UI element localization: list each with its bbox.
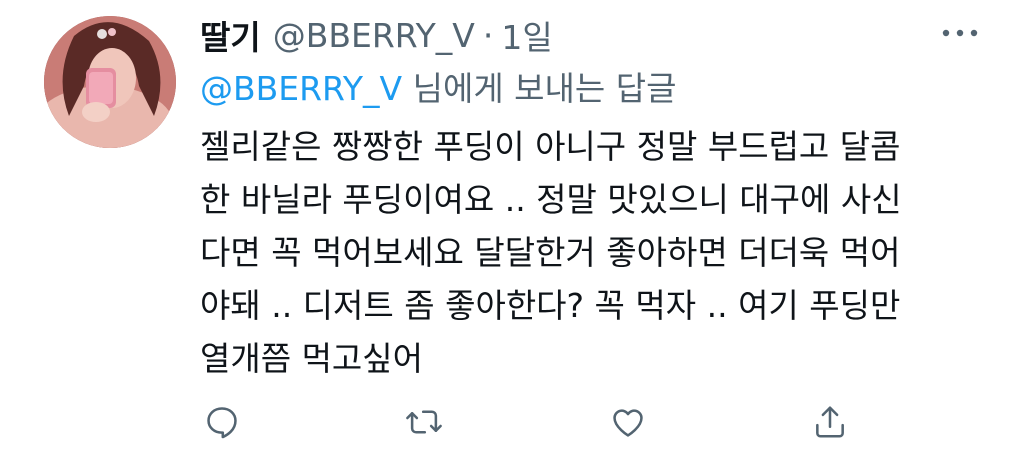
heart-icon bbox=[613, 409, 643, 437]
tweet-text-line: 야돼 .. 디저트 좀 좋아한다? 꼭 먹자 .. 여기 푸딩만 bbox=[200, 286, 901, 325]
avatar[interactable] bbox=[44, 16, 176, 148]
tweet-text: 젤리같은 짱짱한 푸딩이 아니구 정말 부드럽고 달콤 한 바닐라 푸딩이여요 … bbox=[200, 120, 1000, 385]
timestamp[interactable]: 1일 bbox=[501, 11, 552, 59]
share-button[interactable] bbox=[806, 398, 854, 446]
tweet-header: 딸기 @BBERRY_V · 1일 bbox=[200, 12, 553, 58]
share-icon bbox=[816, 406, 844, 438]
separator-dot: · bbox=[482, 15, 494, 55]
reply-mention-link[interactable]: @BBERRY_V bbox=[200, 69, 402, 108]
tweet-text-line: 젤리같은 짱짱한 푸딩이 아니구 정말 부드럽고 달콤 bbox=[200, 127, 901, 166]
tweet-text-line: 열개쯤 먹고싶어 bbox=[200, 339, 424, 378]
more-options-button[interactable] bbox=[940, 18, 980, 48]
reply-to-suffix: 님에게 보내는 답글 bbox=[402, 69, 677, 108]
avatar-photo bbox=[44, 16, 176, 148]
tweet-text-line: 한 바닐라 푸딩이여요 .. 정말 맛있으니 대구에 사신 bbox=[200, 180, 902, 219]
retweet-button[interactable] bbox=[400, 398, 448, 446]
user-handle[interactable]: @BBERRY_V bbox=[273, 16, 475, 55]
more-dots-icon bbox=[942, 29, 978, 37]
reply-button[interactable] bbox=[198, 398, 246, 446]
reply-icon bbox=[207, 407, 237, 439]
retweet-icon bbox=[406, 410, 442, 434]
like-button[interactable] bbox=[604, 398, 652, 446]
replying-to: @BBERRY_V 님에게 보내는 답글 bbox=[200, 62, 676, 110]
tweet-text-line: 다면 꼭 먹어보세요 달달한거 좋아하면 더더욱 먹어 bbox=[200, 233, 901, 272]
tweet-actions bbox=[198, 398, 858, 446]
display-name[interactable]: 딸기 bbox=[200, 11, 261, 59]
